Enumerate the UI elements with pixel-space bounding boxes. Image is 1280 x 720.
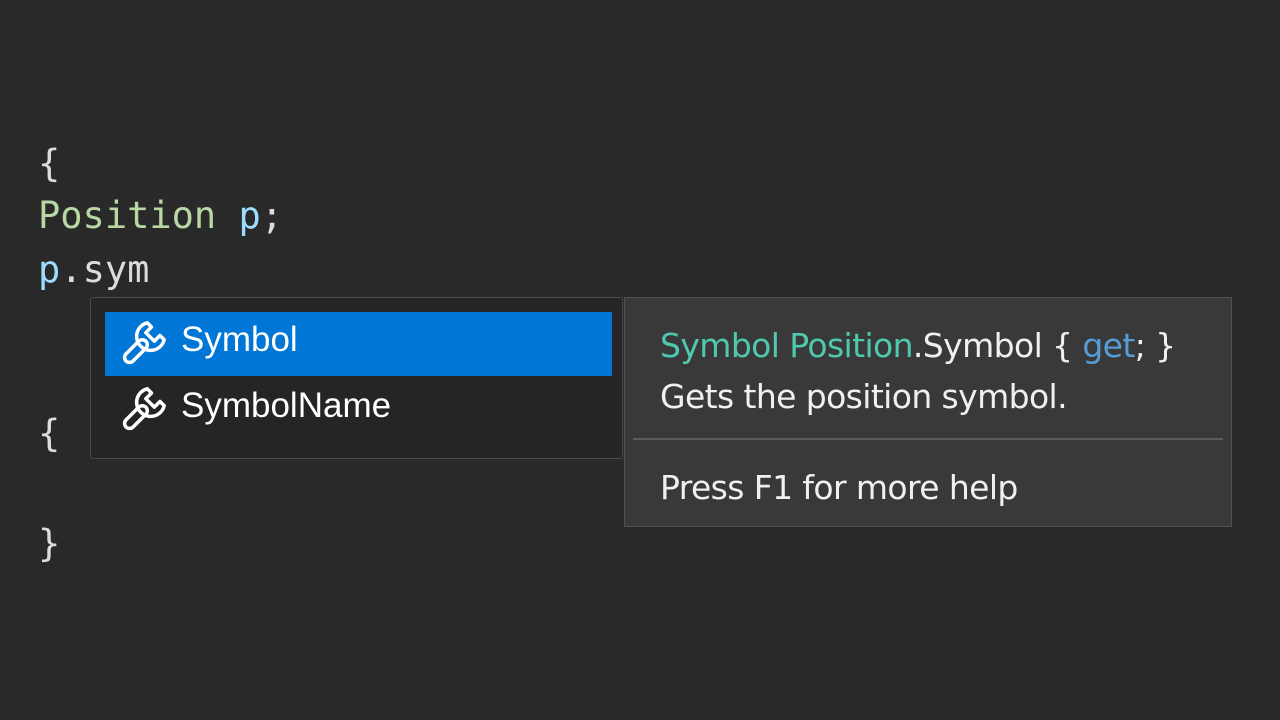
container-type: Position [789, 326, 913, 365]
quick-info-tooltip: Symbol Position.Symbol { get; } Gets the… [624, 297, 1232, 527]
typed-member: sym [82, 248, 150, 291]
code-line-2[interactable]: Position p; [38, 192, 283, 240]
code-line-3[interactable]: p.sym [38, 246, 149, 294]
member-name: .Symbol { [912, 326, 1083, 365]
member-description: Gets the position symbol. [660, 377, 1068, 416]
completion-item-symbol[interactable]: Symbol [105, 312, 612, 376]
accessor-keyword: get [1082, 326, 1135, 365]
help-hint[interactable]: Press F1 for more help [660, 466, 1018, 510]
completion-item-symbolname[interactable]: SymbolName [105, 378, 612, 442]
completion-label: SymbolName [181, 386, 392, 425]
object-name: p [38, 248, 61, 291]
type-name: Position [38, 194, 217, 237]
variable-name: p [238, 194, 261, 237]
close-brace: } [38, 522, 61, 565]
signature-tail: ; } [1134, 326, 1176, 365]
wrench-icon [115, 316, 171, 372]
open-brace: { [38, 142, 61, 185]
code-line-1[interactable]: { [38, 140, 60, 188]
completion-list[interactable]: Symbol SymbolName [90, 297, 623, 459]
semicolon: ; [260, 194, 284, 237]
open-brace: { [38, 412, 61, 455]
member-dot: . [60, 248, 83, 291]
member-signature: Symbol Position.Symbol { get; } [660, 324, 1176, 368]
return-type: Symbol [660, 326, 780, 365]
wrench-icon [115, 382, 171, 438]
divider [633, 438, 1223, 440]
code-line-4[interactable]: { [38, 410, 60, 458]
code-line-5[interactable]: } [38, 520, 60, 568]
completion-label: Symbol [181, 320, 298, 359]
code-editor[interactable]: { Position p; p.sym { } Symbol SymbolNam… [0, 0, 1280, 720]
